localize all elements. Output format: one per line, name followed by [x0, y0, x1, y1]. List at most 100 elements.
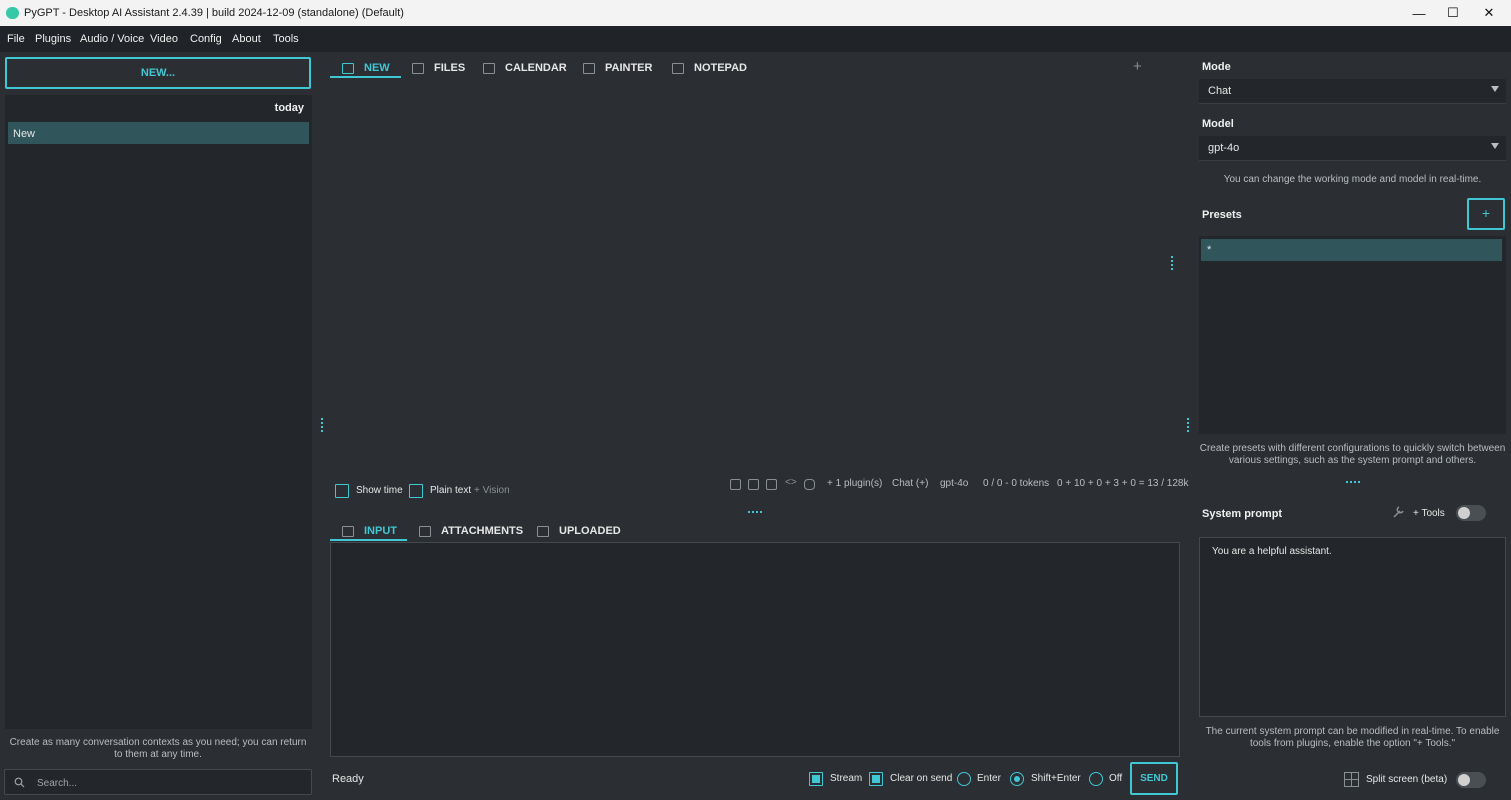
context-item[interactable]: New	[8, 122, 309, 144]
tab-label: NOTEPAD	[694, 62, 747, 74]
tab-input[interactable]: INPUT	[342, 522, 397, 540]
send-button[interactable]: SEND	[1130, 762, 1178, 795]
system-prompt-text[interactable]: You are a helpful assistant.	[1212, 546, 1332, 557]
audio-off-icon	[766, 479, 777, 490]
tab-painter[interactable]: PAINTER	[583, 59, 652, 77]
tab-calendar[interactable]: CALENDAR	[483, 59, 567, 77]
model-value: gpt-4o	[1208, 142, 1240, 154]
context-list[interactable]: today New	[5, 95, 312, 729]
context-item-label: New	[13, 128, 36, 140]
show-time-checkbox[interactable]	[335, 484, 349, 498]
new-context-button[interactable]: NEW...	[5, 57, 311, 89]
mode-label: Mode	[1202, 61, 1231, 73]
enter-radio[interactable]	[957, 772, 971, 786]
wrench-icon	[1393, 506, 1404, 518]
preset-item[interactable]: *	[1201, 239, 1502, 261]
off-radio[interactable]	[1089, 772, 1103, 786]
tab-uploaded[interactable]: UPLOADED	[537, 522, 621, 540]
shift-enter-label: Shift+Enter	[1031, 773, 1081, 784]
menu-audio-voice[interactable]: Audio / Voice	[80, 33, 144, 45]
presets-label: Presets	[1202, 209, 1242, 221]
menu-plugins[interactable]: Plugins	[35, 33, 71, 45]
menu-tools[interactable]: Tools	[273, 33, 299, 45]
upload-icon	[537, 525, 549, 537]
search-box[interactable]	[4, 769, 312, 795]
split-screen-icon	[1344, 772, 1359, 787]
system-prompt-label: System prompt	[1202, 508, 1283, 520]
menu-about[interactable]: About	[232, 33, 261, 45]
menu-bar: File Plugins Audio / Voice Video Config …	[0, 26, 1511, 52]
show-time-label: Show time	[356, 485, 403, 496]
mode-status: Chat (+)	[892, 478, 929, 489]
add-tab-button[interactable]: +	[1133, 58, 1142, 75]
menu-file[interactable]: File	[7, 33, 25, 45]
tab-attachments[interactable]: ATTACHMENTS	[419, 522, 523, 540]
enter-label: Enter	[977, 773, 1001, 784]
brush-icon	[583, 62, 595, 74]
search-icon	[14, 777, 25, 788]
off-label: Off	[1109, 773, 1123, 784]
menu-video[interactable]: Video	[150, 33, 178, 45]
model-label: Model	[1202, 118, 1234, 130]
plain-text-label: Plain text	[430, 485, 472, 496]
context-group-label: today	[274, 102, 304, 114]
stream-checkbox[interactable]	[809, 772, 823, 786]
shift-enter-radio[interactable]	[1010, 772, 1024, 786]
preset-item-label: *	[1207, 244, 1212, 256]
chevron-down-icon	[1491, 86, 1499, 92]
tab-label: INPUT	[364, 525, 397, 537]
tab-label: NEW	[364, 62, 390, 74]
mode-hint: You can change the working mode and mode…	[1223, 174, 1482, 185]
chat-output-area[interactable]	[330, 80, 1180, 472]
clear-on-send-checkbox[interactable]	[869, 772, 883, 786]
right-splitter-handle[interactable]	[1187, 418, 1189, 432]
tab-label: UPLOADED	[559, 525, 621, 537]
calendar-icon	[483, 62, 495, 74]
tab-label: FILES	[434, 62, 466, 74]
clear-on-send-label: Clear on send	[890, 773, 953, 784]
menu-config[interactable]: Config	[190, 33, 222, 45]
split-screen-label: Split screen (beta)	[1366, 774, 1448, 785]
chat-icon	[342, 62, 354, 74]
context-hint: Create as many conversation contexts as …	[9, 737, 307, 760]
input-splitter-handle[interactable]	[748, 511, 762, 513]
search-input[interactable]	[35, 774, 309, 792]
tab-label: CALENDAR	[505, 62, 567, 74]
folder-icon	[412, 62, 424, 74]
plugins-status: + 1 plugin(s)	[827, 478, 883, 489]
output-splitter-handle[interactable]	[1171, 256, 1173, 270]
split-screen-toggle[interactable]	[1456, 772, 1486, 788]
left-splitter-handle[interactable]	[321, 418, 323, 432]
tab-files[interactable]: FILES	[412, 59, 465, 77]
chevron-down-icon	[1491, 143, 1499, 149]
presets-hint: Create presets with different configurat…	[1199, 443, 1506, 466]
tools-toggle[interactable]	[1456, 505, 1486, 521]
presets-splitter-handle[interactable]	[1346, 481, 1360, 483]
code-icon: <>	[785, 477, 797, 488]
tab-label: ATTACHMENTS	[441, 525, 524, 537]
model-select[interactable]: gpt-4o	[1199, 136, 1506, 161]
vision-label: + Vision	[474, 485, 510, 496]
close-button[interactable]: ✕	[1466, 0, 1511, 26]
tab-notepad[interactable]: NOTEPAD	[672, 59, 747, 77]
tab-label: PAINTER	[605, 62, 653, 74]
input-icon	[342, 525, 354, 537]
plain-text-checkbox[interactable]	[409, 484, 423, 498]
add-preset-button[interactable]: +	[1467, 198, 1505, 230]
mode-select[interactable]: Chat	[1199, 79, 1506, 104]
presets-list[interactable]: *	[1199, 236, 1506, 434]
system-prompt-editor[interactable]: You are a helpful assistant.	[1199, 537, 1506, 717]
database-icon	[804, 479, 815, 490]
title-bar: PyGPT - Desktop AI Assistant 2.4.39 | bu…	[0, 0, 1511, 26]
active-input-tab-indicator	[330, 539, 407, 541]
mic-off-icon	[748, 479, 759, 490]
context-tokens-status: 0 + 10 + 0 + 3 + 0 = 13 / 128k	[1057, 478, 1189, 489]
system-prompt-hint: The current system prompt can be modifie…	[1205, 726, 1500, 749]
tools-label: + Tools	[1413, 508, 1445, 519]
stream-label: Stream	[830, 773, 863, 784]
mode-value: Chat	[1208, 85, 1232, 97]
tab-new[interactable]: NEW	[342, 59, 390, 77]
notepad-icon	[672, 62, 684, 74]
camera-off-icon	[730, 479, 741, 490]
message-input[interactable]	[330, 542, 1180, 757]
